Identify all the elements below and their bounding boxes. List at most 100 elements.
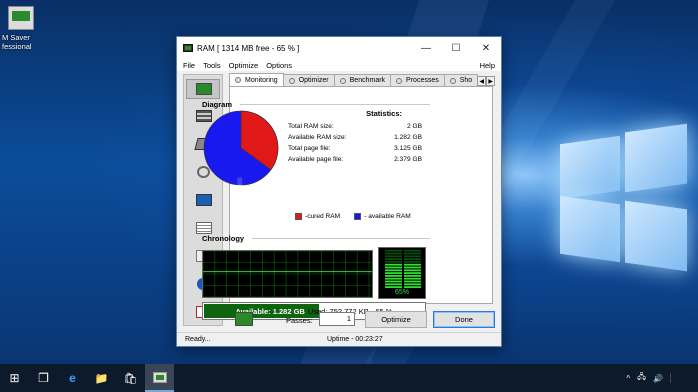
tab-strip: Monitoring Optimizer Benchmark Processes…	[229, 73, 499, 86]
usage-meter-segment	[385, 266, 402, 269]
usage-meter-segment	[385, 283, 402, 286]
usage-meter-segment	[404, 263, 421, 266]
desktop-shortcut[interactable]: M Saver fessional	[2, 6, 58, 51]
usage-meter-segment	[385, 249, 402, 252]
usage-meter-segment	[404, 283, 421, 286]
diagram-heading: Diagram	[202, 100, 233, 109]
tab-icon	[235, 77, 241, 83]
monitor-icon	[196, 83, 212, 95]
task-view-button[interactable]: ❐	[29, 364, 58, 392]
menu-tools[interactable]: Tools	[203, 61, 221, 70]
status-text: Ready...	[185, 336, 211, 343]
desktop-shortcut-label: M Saver fessional	[2, 33, 32, 51]
network-icon[interactable]: 🖧	[637, 371, 646, 385]
volume-icon[interactable]: 🔊	[653, 374, 663, 383]
windows-logo-pane	[625, 123, 687, 193]
clock-area[interactable]	[670, 373, 692, 383]
usage-meter-segment	[404, 266, 421, 269]
divider	[240, 104, 430, 105]
file-explorer-icon[interactable]: 📁	[87, 364, 116, 392]
stat-row: Total RAM size: 2 GB	[288, 123, 422, 130]
maximize-button[interactable]: ☐	[441, 37, 471, 59]
usage-meter: 65%	[378, 247, 426, 299]
windows-logo-pane	[560, 135, 620, 200]
usage-meter-segment	[404, 277, 421, 280]
menu-help[interactable]: Help	[480, 61, 495, 70]
title-bar[interactable]: RAM [ 1314 MB free - 65 % ] — ☐ ✕	[177, 37, 501, 59]
windows-logo-pane	[625, 200, 687, 272]
usage-meter-segment	[404, 272, 421, 274]
tab-show[interactable]: Sho	[443, 74, 479, 86]
usage-meter-segment	[385, 275, 402, 277]
window-title: RAM [ 1314 MB free - 65 % ]	[197, 43, 300, 53]
usage-meter-segment	[404, 280, 421, 283]
passes-label: Passes:	[286, 316, 313, 325]
menu-options[interactable]: Options	[266, 61, 292, 70]
menu-optimize[interactable]: Optimize	[229, 61, 259, 70]
usage-meter-segment	[385, 272, 402, 274]
ram-saver-icon	[152, 371, 167, 383]
chronology-grid	[203, 251, 372, 297]
optimize-button[interactable]: Optimize	[365, 311, 427, 328]
stat-row: Available RAM size: 1.282 GB	[288, 134, 422, 141]
usage-meter-segment	[385, 261, 402, 263]
usage-meter-bars	[385, 249, 421, 288]
usage-meter-segment	[385, 258, 402, 260]
stat-row: Available page file: 2.379 GB	[288, 156, 422, 163]
usage-meter-segment	[404, 255, 421, 258]
usage-meter-segment	[385, 280, 402, 283]
tab-processes[interactable]: Processes	[390, 74, 445, 86]
app-icon	[183, 44, 193, 52]
legend-available-label: - available RAM	[364, 213, 411, 220]
stat-row: Total page file: 3.125 GB	[288, 145, 422, 152]
statistics-heading: Statistics:	[366, 109, 402, 118]
tray-overflow-icon[interactable]: ^	[626, 374, 630, 383]
ram-saver-taskbar-button[interactable]	[145, 364, 174, 392]
monitor-icon	[235, 312, 253, 326]
usage-meter-segment	[385, 277, 402, 280]
tab-benchmark[interactable]: Benchmark	[333, 74, 392, 86]
menu-file[interactable]: File	[183, 61, 195, 70]
chronology-graph	[202, 250, 373, 298]
legend-used-label: -cured RAM	[305, 213, 341, 220]
taskbar: ⊞ ❐ e 📁 🛍 ^ 🖧 🔊	[0, 364, 698, 392]
tab-monitoring[interactable]: Monitoring	[229, 73, 284, 86]
start-button[interactable]: ⊞	[0, 364, 29, 392]
usage-meter-segment	[385, 255, 402, 258]
usage-meter-segment	[404, 252, 421, 255]
usage-meter-segment	[404, 269, 421, 272]
sidebar-item-monitoring[interactable]	[186, 79, 220, 99]
system-tray: ^ 🖧 🔊	[619, 371, 698, 385]
minimize-button[interactable]: —	[411, 37, 441, 59]
status-bar: Ready... Uptime - 00:23:27	[177, 332, 501, 346]
usage-meter-segment	[404, 261, 421, 263]
usage-meter-segment	[404, 249, 421, 252]
done-button[interactable]: Done	[433, 311, 495, 328]
tab-icon	[449, 77, 456, 84]
usage-meter-percent: 65%	[394, 289, 409, 296]
tab-scroll-right[interactable]: ▶	[486, 76, 496, 86]
usage-meter-segment	[385, 252, 402, 255]
divider	[252, 238, 430, 239]
tab-icon	[396, 77, 403, 84]
usage-meter-segment	[385, 269, 402, 272]
legend-swatch-used	[295, 213, 302, 220]
menu-bar: File Tools Optimize Options Help	[177, 59, 501, 71]
usage-meter-segment	[404, 286, 421, 288]
pie-legend: -cured RAM - available RAM	[295, 213, 411, 220]
watermark: LOAD ZONE	[235, 171, 445, 209]
usage-meter-segment	[385, 286, 402, 288]
usage-meter-segment	[404, 258, 421, 260]
tab-scroll-left[interactable]: ◀	[477, 76, 487, 86]
passes-input[interactable]: 1	[319, 312, 355, 326]
tab-icon	[288, 77, 295, 84]
close-button[interactable]: ✕	[471, 37, 501, 59]
tab-optimizer[interactable]: Optimizer	[282, 74, 335, 86]
usage-meter-segment	[385, 263, 402, 266]
store-icon[interactable]: 🛍	[116, 364, 145, 392]
ram-saver-icon	[8, 6, 34, 30]
edge-icon[interactable]: e	[58, 364, 87, 392]
chronology-heading: Chronology	[202, 234, 245, 243]
bottom-toolbar: Passes: 1 Optimize Done	[229, 310, 499, 330]
uptime-text: Uptime - 00:23:27	[327, 336, 383, 343]
